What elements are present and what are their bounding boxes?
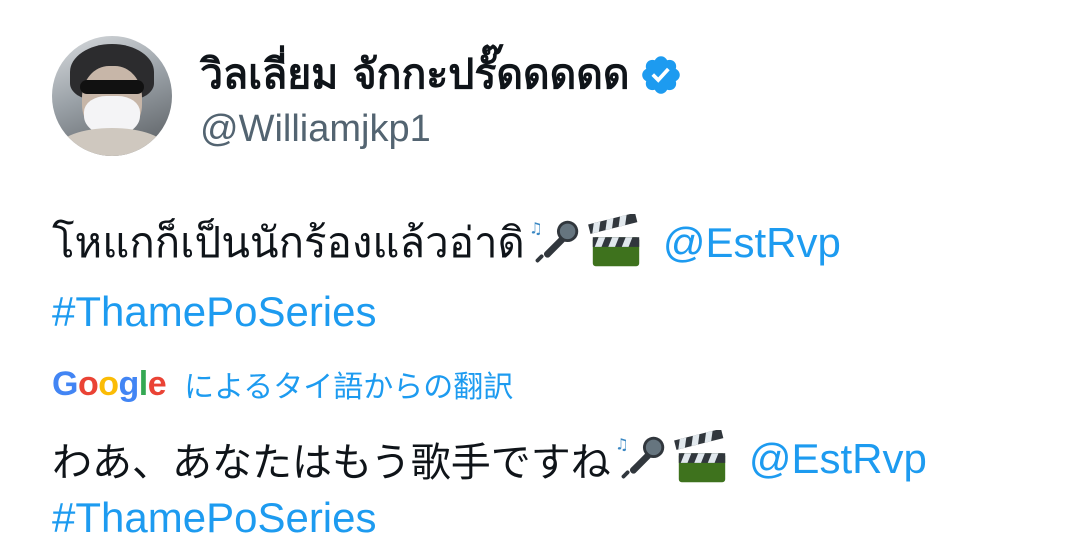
tweet-hashtag-line: #ThamePoSeries: [52, 288, 377, 336]
avatar-sunglasses: [80, 80, 144, 94]
translation-attribution: Google によるタイ語からの翻訳: [52, 362, 513, 406]
svg-text:♫: ♫: [615, 435, 629, 453]
translated-text: わあ、あなたはもう歌手ですね: [52, 440, 611, 486]
display-name[interactable]: วิลเลี่ยม จักกะปรั๊ดดดดด: [200, 42, 629, 107]
microphone-emoji-icon: ♫: [613, 430, 671, 488]
translation-label[interactable]: によるタイ語からの翻訳: [184, 362, 513, 406]
name-row[interactable]: วิลเลี่ยม จักกะปรั๊ดดดดด: [200, 42, 683, 107]
translated-text-line: わあ、あなたはもう歌手ですね ♫ @EstRvp: [52, 430, 927, 488]
mention-link[interactable]: @EstRvp: [663, 219, 841, 267]
translated-hashtag-link[interactable]: #ThamePoSeries: [52, 494, 377, 542]
verified-badge-icon: [642, 55, 681, 94]
tweet-text: โหแกก็เป็นนักร้องแล้วอ่าดิ: [52, 218, 525, 267]
google-logo: Google: [52, 364, 167, 403]
tweet-text-line: โหแกก็เป็นนักร้องแล้วอ่าดิ ♫ @EstRvp: [52, 210, 841, 276]
translated-hashtag-line: #ThamePoSeries: [52, 494, 377, 542]
clapper-board-emoji-icon: [587, 214, 645, 272]
avatar[interactable]: [52, 36, 172, 156]
user-handle[interactable]: @Williamjkp1: [200, 108, 431, 151]
svg-text:♫: ♫: [529, 219, 543, 237]
hashtag-link[interactable]: #ThamePoSeries: [52, 288, 377, 336]
translated-mention-link[interactable]: @EstRvp: [749, 435, 927, 483]
microphone-emoji-icon: ♫: [527, 214, 585, 272]
avatar-headphones: [58, 128, 166, 156]
clapper-board-emoji-icon: [673, 430, 731, 488]
